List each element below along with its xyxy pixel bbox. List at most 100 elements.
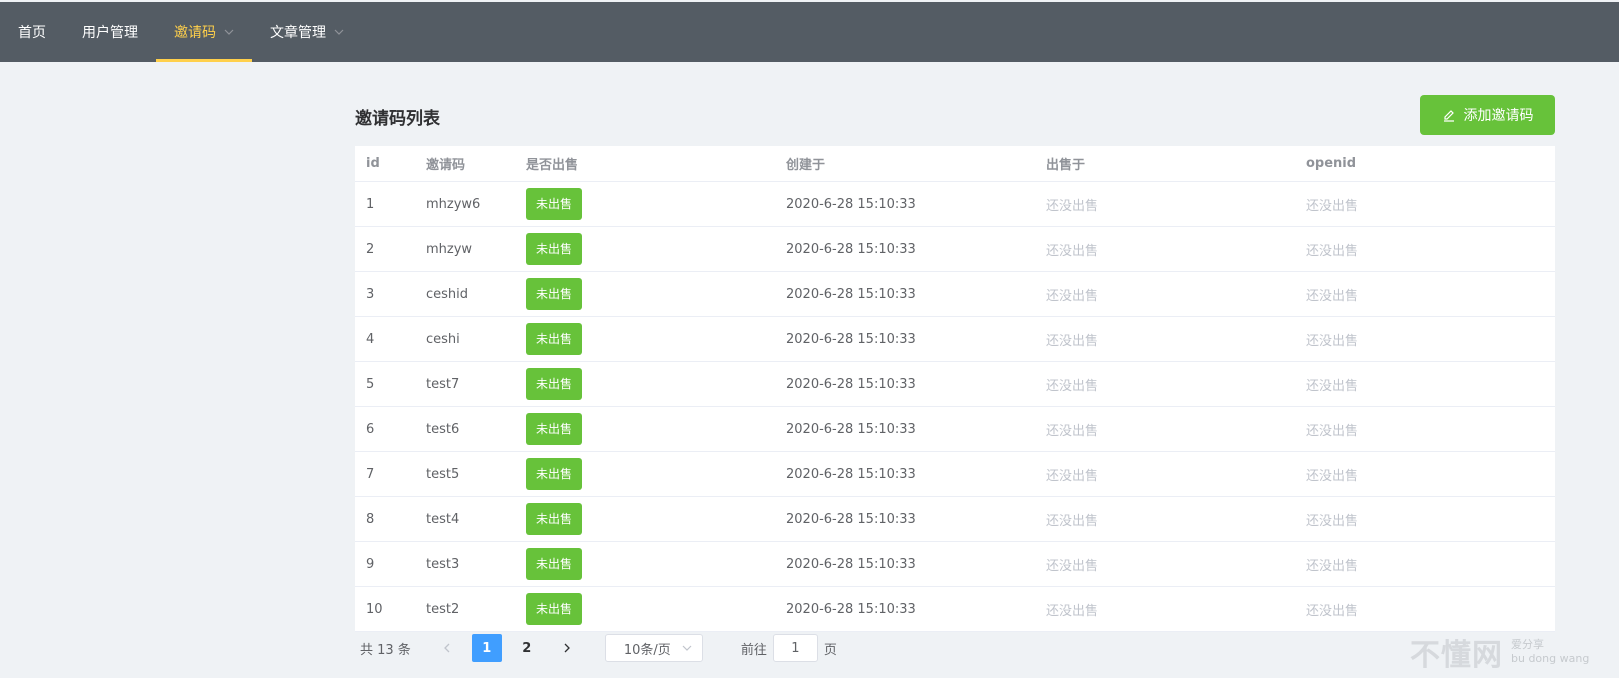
cell-id: 6 xyxy=(366,421,375,437)
page-button-2[interactable]: 2 xyxy=(512,634,542,662)
table-row: 4 ceshi 未出售 2020-6-28 15:10:33 还没出售 还没出售 xyxy=(355,317,1555,362)
cell-openid: 还没出售 xyxy=(1306,333,1359,349)
goto-page: 前往 页 xyxy=(741,634,837,662)
pagination-total: 共 13 条 xyxy=(360,642,411,658)
cell-status: 未出售 xyxy=(515,548,775,580)
column-header-code[interactable]: 邀请码 xyxy=(415,154,515,173)
table-row: 3 ceshid 未出售 2020-6-28 15:10:33 还没出售 还没出售 xyxy=(355,272,1555,317)
status-badge: 未出售 xyxy=(526,368,583,400)
cell-sold-at: 还没出售 xyxy=(1046,558,1099,574)
cell-created: 2020-6-28 15:10:33 xyxy=(786,556,916,572)
cell-status: 未出售 xyxy=(515,233,775,265)
watermark-sub2: bu dong wang xyxy=(1511,652,1590,665)
watermark: 不懂网 爱分享 bu dong wang xyxy=(1410,630,1589,674)
cell-sold-at: 还没出售 xyxy=(1046,423,1099,439)
cell-id: 7 xyxy=(366,466,375,482)
status-badge: 未出售 xyxy=(526,593,583,625)
table-row: 5 test7 未出售 2020-6-28 15:10:33 还没出售 还没出售 xyxy=(355,362,1555,407)
status-badge: 未出售 xyxy=(526,188,583,220)
table-header: id 邀请码 是否出售 创建于 出售于 openid xyxy=(355,146,1555,182)
prev-page-button[interactable] xyxy=(432,634,462,662)
nav-item-label: 用户管理 xyxy=(82,25,138,41)
goto-label: 前往 xyxy=(740,642,767,658)
chevron-down-icon xyxy=(224,27,234,37)
cell-code: test4 xyxy=(426,511,460,527)
cell-code: test6 xyxy=(426,421,460,437)
nav-item-article-management[interactable]: 文章管理 xyxy=(252,2,362,62)
table-row: 9 test3 未出售 2020-6-28 15:10:33 还没出售 还没出售 xyxy=(355,542,1555,587)
cell-openid: 还没出售 xyxy=(1306,288,1359,304)
page-button-1[interactable]: 1 xyxy=(471,634,502,662)
nav-item-label: 首页 xyxy=(18,25,46,41)
cell-sold-at: 还没出售 xyxy=(1046,333,1099,349)
cell-created: 2020-6-28 15:10:33 xyxy=(786,376,916,392)
chevron-down-icon xyxy=(334,27,344,37)
cell-id: 10 xyxy=(366,601,383,617)
add-invite-code-button[interactable]: 添加邀请码 xyxy=(1420,95,1555,135)
nav-item-home[interactable]: 首页 xyxy=(0,2,64,62)
cell-code: test2 xyxy=(426,601,460,617)
cell-openid: 还没出售 xyxy=(1306,558,1359,574)
cell-code: mhzyw6 xyxy=(426,196,481,212)
nav-item-invite-code[interactable]: 邀请码 xyxy=(156,2,252,62)
cell-status: 未出售 xyxy=(515,503,775,535)
cell-sold-at: 还没出售 xyxy=(1046,288,1099,304)
cell-id: 1 xyxy=(366,196,375,212)
table-row: 10 test2 未出售 2020-6-28 15:10:33 还没出售 还没出售 xyxy=(355,587,1555,632)
nav-item-user-management[interactable]: 用户管理 xyxy=(64,2,156,62)
cell-sold-at: 还没出售 xyxy=(1046,468,1099,484)
cell-status: 未出售 xyxy=(515,413,775,445)
status-badge: 未出售 xyxy=(526,233,583,265)
status-badge: 未出售 xyxy=(526,548,583,580)
edit-icon xyxy=(1442,108,1456,122)
cell-code: ceshi xyxy=(426,331,460,347)
watermark-sub1: 爱分享 xyxy=(1511,638,1544,651)
cell-id: 8 xyxy=(366,511,375,527)
next-page-button[interactable] xyxy=(552,634,582,662)
cell-code: test3 xyxy=(426,556,460,572)
cell-status: 未出售 xyxy=(515,188,775,220)
column-header-id[interactable]: id xyxy=(355,156,415,171)
goto-page-input[interactable] xyxy=(772,634,818,662)
watermark-main: 不懂网 xyxy=(1410,638,1503,673)
cell-created: 2020-6-28 15:10:33 xyxy=(786,286,916,302)
chevron-down-icon xyxy=(682,645,692,651)
status-badge: 未出售 xyxy=(526,278,583,310)
cell-status: 未出售 xyxy=(515,593,775,625)
cell-openid: 还没出售 xyxy=(1306,198,1359,214)
cell-created: 2020-6-28 15:10:33 xyxy=(786,601,916,617)
cell-openid: 还没出售 xyxy=(1306,468,1359,484)
add-button-label: 添加邀请码 xyxy=(1463,108,1534,124)
cell-openid: 还没出售 xyxy=(1306,513,1359,529)
column-header-created[interactable]: 创建于 xyxy=(775,154,1035,173)
nav-item-label: 邀请码 xyxy=(174,25,216,41)
page-size-select[interactable]: 10条/页 xyxy=(604,634,703,662)
cell-created: 2020-6-28 15:10:33 xyxy=(786,466,916,482)
watermark-side: 爱分享 bu dong wang xyxy=(1511,638,1589,666)
cell-id: 4 xyxy=(366,331,375,347)
cell-created: 2020-6-28 15:10:33 xyxy=(786,196,916,212)
cell-created: 2020-6-28 15:10:33 xyxy=(786,421,916,437)
invite-code-table: id 邀请码 是否出售 创建于 出售于 openid 1 mhzyw6 未出售 202… xyxy=(355,146,1555,632)
cell-created: 2020-6-28 15:10:33 xyxy=(786,511,916,527)
table-row: 1 mhzyw6 未出售 2020-6-28 15:10:33 还没出售 还没出售 xyxy=(355,182,1555,227)
column-header-sold-at[interactable]: 出售于 xyxy=(1035,154,1295,173)
cell-id: 2 xyxy=(366,241,375,257)
status-badge: 未出售 xyxy=(526,323,583,355)
cell-id: 5 xyxy=(366,376,375,392)
table-row: 2 mhzyw 未出售 2020-6-28 15:10:33 还没出售 还没出售 xyxy=(355,227,1555,272)
page-title: 邀请码列表 xyxy=(355,109,440,129)
chevron-left-icon xyxy=(443,643,450,653)
cell-id: 9 xyxy=(366,556,375,572)
status-badge: 未出售 xyxy=(526,413,583,445)
table-row: 7 test5 未出售 2020-6-28 15:10:33 还没出售 还没出售 xyxy=(355,452,1555,497)
page-size-value: 10条/页 xyxy=(623,642,671,658)
cell-status: 未出售 xyxy=(515,368,775,400)
column-header-openid[interactable]: openid xyxy=(1295,156,1555,171)
top-nav-bar: 首页 用户管理 邀请码 文章管理 xyxy=(0,2,1619,62)
cell-sold-at: 还没出售 xyxy=(1046,378,1099,394)
status-badge: 未出售 xyxy=(526,503,583,535)
column-header-status[interactable]: 是否出售 xyxy=(515,154,775,173)
status-badge: 未出售 xyxy=(526,458,583,490)
cell-sold-at: 还没出售 xyxy=(1046,243,1099,259)
